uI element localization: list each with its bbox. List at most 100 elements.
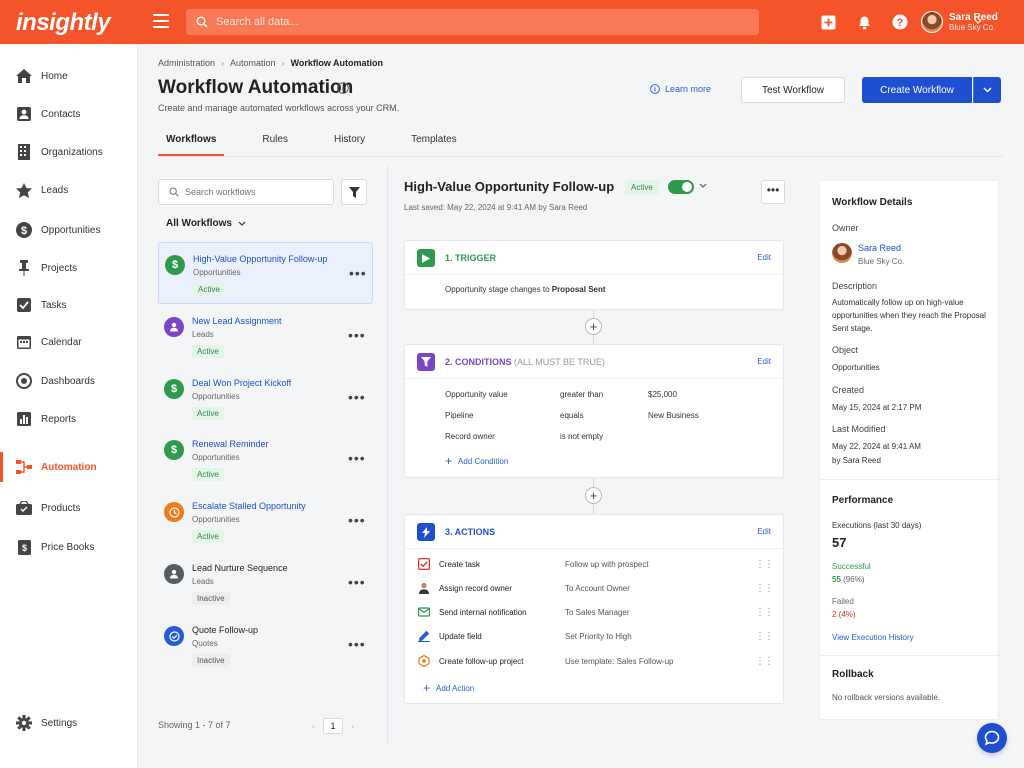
workflow-name[interactable]: Lead Nurture Sequence [192, 563, 288, 573]
owner-name-link[interactable]: Sara Reed [858, 243, 901, 253]
add-step-button[interactable]: + [585, 487, 602, 504]
prev-page-button[interactable]: ‹ [312, 721, 315, 731]
workflow-name[interactable]: High-Value Opportunity Follow-up [193, 254, 327, 264]
workflow-list-item[interactable]: Quote Follow-up Quotes Inactive ••• [158, 614, 373, 676]
filter-button[interactable] [341, 179, 367, 205]
tab-templates[interactable]: Templates [403, 130, 465, 156]
chevron-down-icon[interactable] [974, 19, 982, 25]
logo[interactable]: insightly [16, 9, 111, 37]
chat-button[interactable] [977, 723, 1007, 753]
sidebar-item-home[interactable]: Home [0, 61, 138, 91]
workflow-name[interactable]: New Lead Assignment [192, 316, 282, 326]
sidebar-item-opportunities[interactable]: $ Opportunities [0, 215, 138, 245]
created-value: May 15, 2024 at 2:17 PM [832, 403, 922, 412]
breadcrumb-link[interactable]: Automation [230, 58, 276, 68]
workflow-list-item[interactable]: $ Deal Won Project Kickoff Opportunities… [158, 367, 373, 429]
tab-rules[interactable]: Rules [254, 130, 296, 156]
workflow-list-item[interactable]: $ Renewal Reminder Opportunities Active … [158, 428, 373, 490]
edit-conditions-link[interactable]: Edit [757, 357, 771, 366]
tab-history[interactable]: History [326, 130, 373, 156]
action-label: Create task [439, 559, 480, 569]
sidebar-item-projects[interactable]: Projects [0, 253, 138, 283]
condition-value: $25,000 [648, 390, 677, 399]
executions-label: Executions (last 30 days) [832, 521, 922, 530]
info-icon [650, 84, 660, 94]
page-number[interactable]: 1 [323, 718, 343, 734]
create-workflow-dropdown[interactable] [973, 77, 1001, 103]
drag-handle-icon[interactable]: ⋮⋮ [755, 583, 774, 594]
more-options-icon[interactable]: ••• [348, 327, 366, 343]
sidebar-item-leads[interactable]: Leads [0, 175, 138, 205]
add-step-button[interactable]: + [585, 318, 602, 335]
chevron-down-icon[interactable] [699, 183, 707, 188]
more-options-icon[interactable]: ••• [348, 636, 366, 652]
edit-trigger-link[interactable]: Edit [757, 253, 771, 262]
action-row[interactable]: Assign record owner To Account Owner ⋮⋮ [417, 578, 774, 598]
menu-icon[interactable] [153, 14, 169, 28]
drag-handle-icon[interactable]: ⋮⋮ [755, 559, 774, 570]
sidebar-item-label: Organizations [41, 146, 103, 158]
global-search-input[interactable] [216, 16, 716, 28]
action-row[interactable]: Create task Follow up with prospect ⋮⋮ [417, 554, 774, 574]
active-toggle[interactable] [668, 180, 694, 194]
more-options-icon[interactable]: ••• [348, 389, 366, 405]
sidebar-item-contacts[interactable]: Contacts [0, 99, 138, 129]
user-menu[interactable]: Sara Reed Blue Sky Co. [921, 11, 998, 33]
workflow-search[interactable] [158, 179, 334, 205]
help-icon[interactable]: ? [890, 12, 910, 32]
svg-text:$: $ [21, 543, 26, 553]
create-workflow-button[interactable]: Create Workflow [862, 77, 972, 103]
sidebar-item-products[interactable]: Products [0, 493, 138, 523]
condition-operator: is not empty [560, 432, 604, 441]
more-options-icon[interactable]: ••• [348, 450, 366, 466]
sidebar-item-organizations[interactable]: Organizations [0, 137, 138, 167]
action-row[interactable]: Update field Set Priority to High ⋮⋮ [417, 626, 774, 646]
drag-handle-icon[interactable]: ⋮⋮ [755, 656, 774, 667]
add-condition-button[interactable]: + Add Condition [445, 454, 508, 468]
workflow-name[interactable]: Quote Follow-up [192, 625, 258, 635]
workflow-filter-dropdown[interactable]: All Workflows [166, 218, 246, 229]
condition-operator: equals [560, 411, 584, 420]
rollback-text: No rollback versions available. [832, 693, 941, 702]
breadcrumb-link[interactable]: Administration [158, 58, 215, 68]
add-action-button[interactable]: + Add Action [423, 681, 474, 695]
price-book-icon: $ [15, 538, 33, 556]
action-row[interactable]: Send internal notification To Sales Mana… [417, 602, 774, 622]
workflow-search-input[interactable] [185, 187, 325, 197]
more-options-button[interactable]: ••• [761, 180, 785, 204]
more-options-icon[interactable]: ••• [348, 512, 366, 528]
workflow-name[interactable]: Deal Won Project Kickoff [192, 378, 291, 388]
view-execution-history-link[interactable]: View Execution History [832, 631, 990, 644]
drag-handle-icon[interactable]: ⋮⋮ [755, 631, 774, 642]
next-page-button[interactable]: › [351, 721, 354, 731]
global-search[interactable] [186, 9, 759, 35]
test-workflow-button[interactable]: Test Workflow [741, 77, 845, 103]
chevron-down-icon [983, 87, 992, 93]
info-icon[interactable] [337, 82, 349, 94]
sidebar-item-settings[interactable]: Settings [0, 708, 138, 738]
more-options-icon[interactable]: ••• [349, 265, 367, 281]
drag-handle-icon[interactable]: ⋮⋮ [755, 607, 774, 618]
sidebar-item-tasks[interactable]: Tasks [0, 290, 138, 320]
edit-actions-link[interactable]: Edit [757, 527, 771, 536]
sidebar-item-price-books[interactable]: $ Price Books [0, 532, 138, 562]
sidebar-item-reports[interactable]: Reports [0, 404, 138, 434]
sidebar-item-dashboards[interactable]: Dashboards [0, 366, 138, 396]
workflow-name[interactable]: Escalate Stalled Opportunity [192, 501, 306, 511]
action-row[interactable]: Create follow-up project Use template: S… [417, 651, 774, 671]
tab-workflows[interactable]: Workflows [158, 130, 225, 156]
sidebar-item-label: Automation [41, 461, 97, 473]
sidebar-item-calendar[interactable]: Calendar [0, 327, 138, 357]
workflow-name[interactable]: Renewal Reminder [192, 439, 269, 449]
page-title: Workflow Automation [158, 77, 354, 98]
svg-text:?: ? [897, 17, 904, 29]
sidebar-item-automation[interactable]: Automation [0, 452, 138, 482]
workflow-list-item[interactable]: Escalate Stalled Opportunity Opportuniti… [158, 490, 373, 552]
add-icon[interactable] [818, 12, 838, 32]
workflow-list-item[interactable]: New Lead Assignment Leads Active ••• [158, 305, 373, 367]
more-options-icon[interactable]: ••• [348, 574, 366, 590]
workflow-list-item[interactable]: $ High-Value Opportunity Follow-up Oppor… [158, 242, 373, 304]
workflow-list-item[interactable]: Lead Nurture Sequence Leads Inactive ••• [158, 552, 373, 614]
learn-more-link[interactable]: Learn more [650, 84, 711, 94]
bell-icon[interactable] [854, 12, 874, 32]
